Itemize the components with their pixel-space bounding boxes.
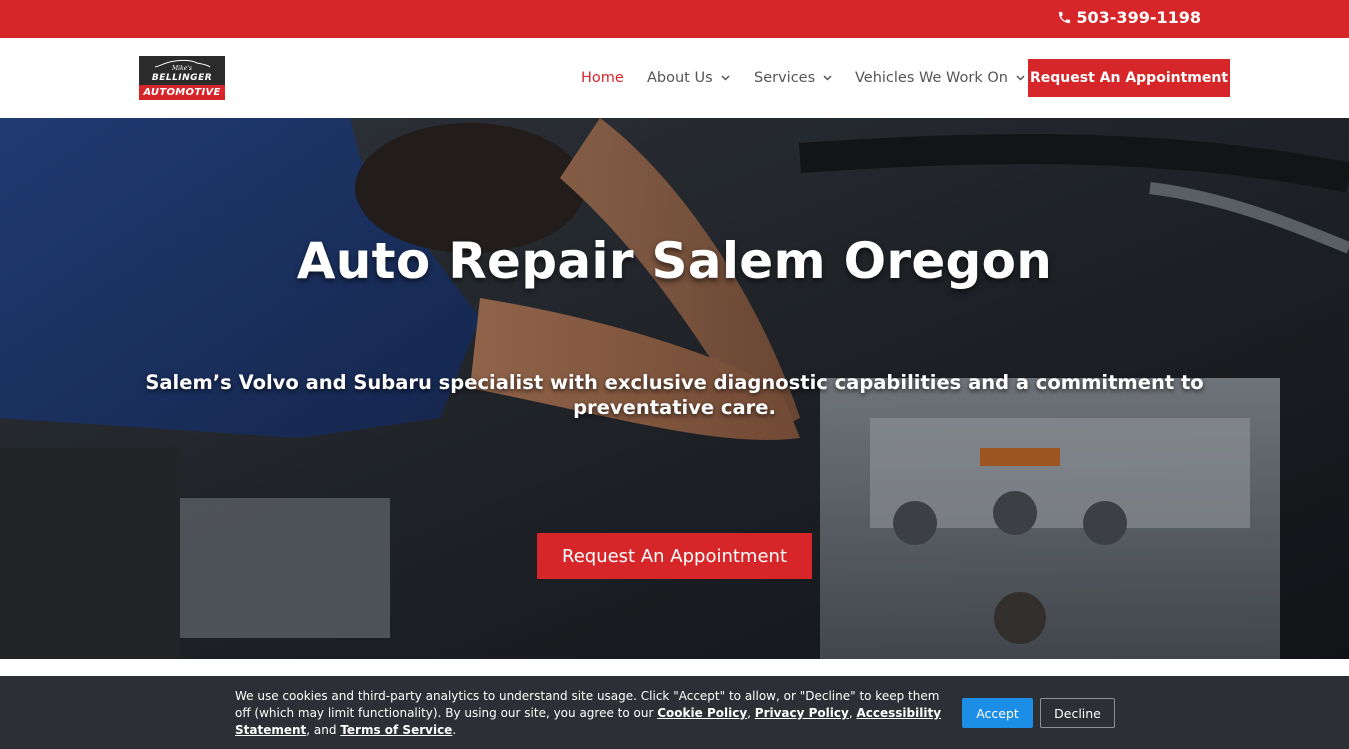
phone-link[interactable]: 503-399-1198 (1057, 8, 1201, 27)
logo-script: Mike's (172, 65, 192, 72)
nav-vehicles-label: Vehicles We Work On (855, 70, 1008, 86)
phone-number: 503-399-1198 (1076, 8, 1201, 27)
nav-home-label: Home (581, 70, 624, 86)
cookie-text-end: . (452, 723, 457, 737)
logo-sub: AUTOMOTIVE (139, 85, 225, 100)
cookie-text: We use cookies and third-party analytics… (235, 688, 950, 739)
accept-button[interactable]: Accept (962, 698, 1033, 728)
nav-services[interactable]: Services (754, 38, 832, 118)
decline-button[interactable]: Decline (1040, 698, 1115, 728)
nav-home[interactable]: Home (581, 38, 624, 118)
nav-about-us[interactable]: About Us (647, 38, 730, 118)
cookie-text-sep: , and (306, 723, 341, 737)
nav-about-label: About Us (647, 70, 713, 86)
site-header: Mike's BELLINGER AUTOMOTIVE Home About U… (0, 38, 1349, 118)
cookie-banner: We use cookies and third-party analytics… (0, 676, 1349, 749)
request-appointment-header-button[interactable]: Request An Appointment (1028, 59, 1230, 97)
privacy-policy-link[interactable]: Privacy Policy (755, 706, 849, 720)
chevron-down-icon (1016, 75, 1025, 81)
chevron-down-icon (823, 75, 832, 81)
terms-of-service-link[interactable]: Terms of Service (340, 723, 452, 737)
nav-services-label: Services (754, 70, 816, 86)
top-bar: 503-399-1198 (0, 0, 1349, 38)
hero-subtitle: Salem’s Volvo and Subaru specialist with… (145, 371, 1204, 419)
nav-vehicles[interactable]: Vehicles We Work On (855, 38, 1025, 118)
hero-section: Auto Repair Salem Oregon Salem’s Volvo a… (0, 118, 1349, 659)
chevron-down-icon (721, 75, 730, 81)
site-logo[interactable]: Mike's BELLINGER AUTOMOTIVE (139, 56, 225, 100)
phone-icon (1059, 11, 1071, 24)
cookie-policy-link[interactable]: Cookie Policy (657, 706, 747, 720)
cookie-text-sep: , (747, 706, 755, 720)
logo-name: BELLINGER (151, 73, 213, 83)
request-appointment-hero-button[interactable]: Request An Appointment (537, 533, 812, 579)
hero-title: Auto Repair Salem Oregon (296, 232, 1053, 290)
